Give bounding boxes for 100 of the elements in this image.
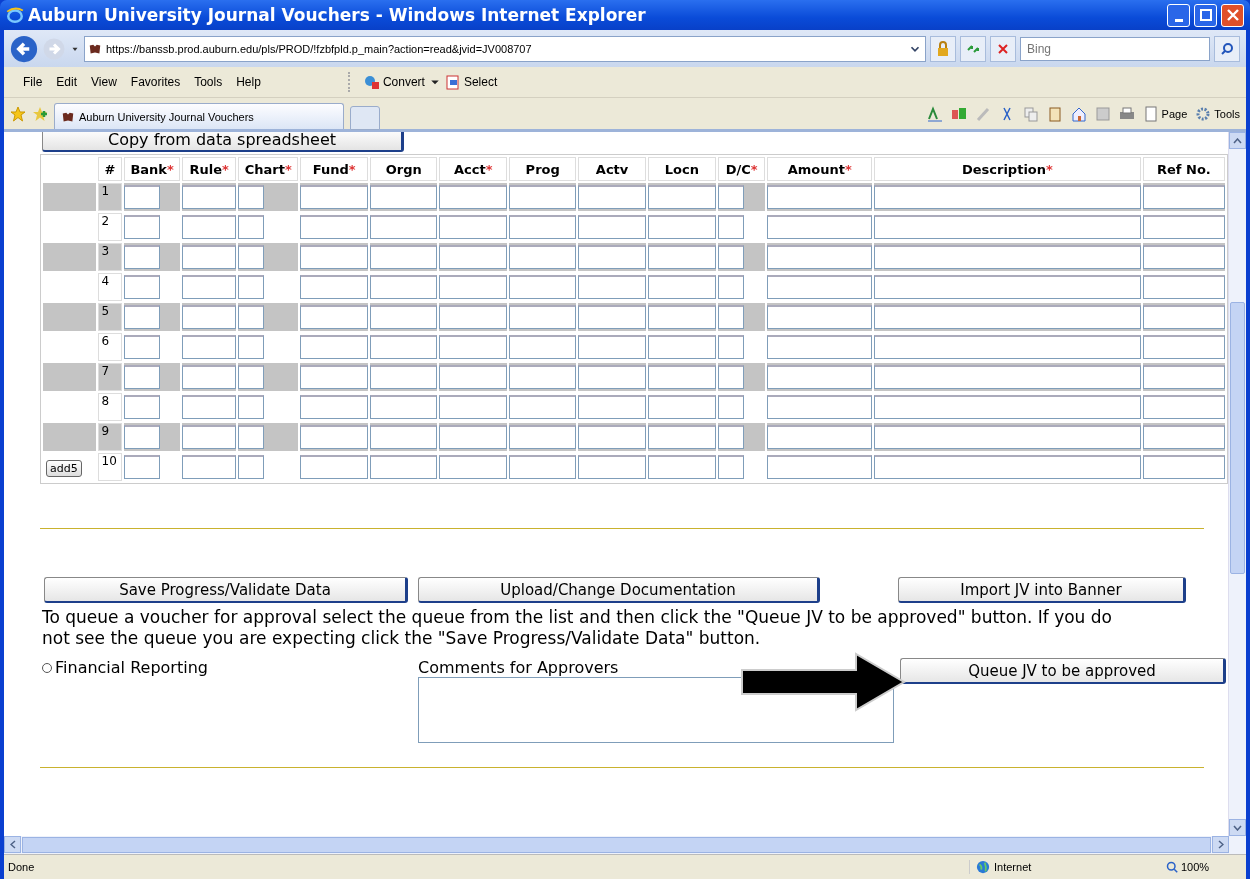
- minimize-button[interactable]: [1167, 3, 1190, 27]
- add-favorite-icon[interactable]: [32, 105, 48, 122]
- table-input[interactable]: [238, 335, 265, 359]
- table-input[interactable]: [238, 185, 265, 209]
- table-input[interactable]: [717, 335, 744, 359]
- table-input[interactable]: [370, 185, 438, 209]
- table-input[interactable]: [300, 455, 369, 479]
- import-banner-button[interactable]: Import JV into Banner: [898, 577, 1186, 603]
- table-input[interactable]: [578, 395, 646, 419]
- table-input[interactable]: [1142, 275, 1225, 299]
- table-input[interactable]: [874, 305, 1141, 329]
- address-field[interactable]: https://banssb.prod.auburn.edu/pls/PROD/!fzbfpld.p_main?action=read&jvid=JV008707: [84, 35, 926, 62]
- add-rows-button[interactable]: add5: [46, 460, 82, 477]
- table-input[interactable]: [578, 305, 646, 329]
- table-input[interactable]: [370, 335, 438, 359]
- tools-menu-button[interactable]: Tools: [1195, 105, 1240, 122]
- table-input[interactable]: [181, 245, 237, 269]
- table-input[interactable]: [767, 365, 872, 389]
- table-input[interactable]: [370, 305, 438, 329]
- table-input[interactable]: [647, 335, 716, 359]
- home-icon[interactable]: [1070, 105, 1087, 122]
- printer-icon[interactable]: [1118, 105, 1135, 122]
- search-button[interactable]: [1214, 35, 1240, 62]
- table-input[interactable]: [509, 185, 577, 209]
- table-input[interactable]: [300, 275, 369, 299]
- table-input[interactable]: [647, 365, 716, 389]
- table-input[interactable]: [439, 305, 508, 329]
- table-input[interactable]: [439, 455, 508, 479]
- table-input[interactable]: [509, 455, 577, 479]
- page-menu-button[interactable]: Page: [1142, 105, 1188, 122]
- table-input[interactable]: [647, 305, 716, 329]
- table-input[interactable]: [181, 425, 237, 449]
- table-input[interactable]: [181, 305, 237, 329]
- table-input[interactable]: [181, 275, 237, 299]
- table-input[interactable]: [124, 455, 161, 479]
- table-input[interactable]: [124, 215, 161, 239]
- comments-field[interactable]: [418, 677, 894, 743]
- table-input[interactable]: [578, 275, 646, 299]
- queue-approval-button[interactable]: Queue JV to be approved: [900, 658, 1226, 684]
- table-input[interactable]: [578, 215, 646, 239]
- new-tab-button[interactable]: [350, 106, 380, 130]
- table-input[interactable]: [717, 215, 744, 239]
- table-input[interactable]: [874, 365, 1141, 389]
- table-input[interactable]: [578, 245, 646, 269]
- zoom-button[interactable]: 100%: [1166, 861, 1246, 873]
- table-input[interactable]: [300, 305, 369, 329]
- table-input[interactable]: [509, 245, 577, 269]
- font-size-icon[interactable]: [926, 105, 943, 122]
- table-input[interactable]: [1142, 365, 1225, 389]
- table-input[interactable]: [181, 335, 237, 359]
- table-input[interactable]: [370, 395, 438, 419]
- table-input[interactable]: [300, 395, 369, 419]
- table-input[interactable]: [767, 425, 872, 449]
- table-input[interactable]: [370, 245, 438, 269]
- table-input[interactable]: [1142, 425, 1225, 449]
- table-input[interactable]: [238, 395, 265, 419]
- scroll-thumb[interactable]: [22, 837, 1211, 853]
- table-input[interactable]: [124, 335, 161, 359]
- table-input[interactable]: [1142, 245, 1225, 269]
- table-input[interactable]: [874, 455, 1141, 479]
- menu-item[interactable]: Help: [229, 73, 268, 91]
- close-button[interactable]: [1221, 3, 1244, 27]
- table-input[interactable]: [717, 305, 744, 329]
- table-input[interactable]: [767, 185, 872, 209]
- table-input[interactable]: [509, 275, 577, 299]
- table-input[interactable]: [1142, 455, 1225, 479]
- table-input[interactable]: [300, 365, 369, 389]
- table-input[interactable]: [874, 245, 1141, 269]
- stop-icon[interactable]: [990, 35, 1016, 62]
- table-input[interactable]: [509, 395, 577, 419]
- save-validate-button[interactable]: Save Progress/Validate Data: [44, 577, 408, 603]
- pencil-icon[interactable]: [974, 105, 991, 122]
- table-input[interactable]: [1142, 395, 1225, 419]
- table-input[interactable]: [238, 275, 265, 299]
- menu-item[interactable]: View: [84, 73, 124, 91]
- table-input[interactable]: [717, 455, 744, 479]
- table-input[interactable]: [647, 395, 716, 419]
- menu-item[interactable]: Tools: [187, 73, 230, 91]
- table-input[interactable]: [767, 245, 872, 269]
- table-input[interactable]: [1142, 305, 1225, 329]
- table-input[interactable]: [370, 275, 438, 299]
- table-input[interactable]: [874, 275, 1141, 299]
- table-input[interactable]: [370, 365, 438, 389]
- table-input[interactable]: [767, 455, 872, 479]
- table-input[interactable]: [647, 215, 716, 239]
- table-input[interactable]: [439, 335, 508, 359]
- table-input[interactable]: [300, 185, 369, 209]
- table-input[interactable]: [717, 185, 744, 209]
- menu-item[interactable]: Edit: [49, 73, 85, 91]
- table-input[interactable]: [509, 425, 577, 449]
- table-input[interactable]: [874, 215, 1141, 239]
- table-input[interactable]: [439, 185, 508, 209]
- table-input[interactable]: [578, 455, 646, 479]
- table-input[interactable]: [578, 425, 646, 449]
- table-input[interactable]: [181, 365, 237, 389]
- table-input[interactable]: [1142, 215, 1225, 239]
- table-input[interactable]: [578, 335, 646, 359]
- translate-icon[interactable]: [950, 105, 967, 122]
- table-input[interactable]: [578, 185, 646, 209]
- table-input[interactable]: [874, 335, 1141, 359]
